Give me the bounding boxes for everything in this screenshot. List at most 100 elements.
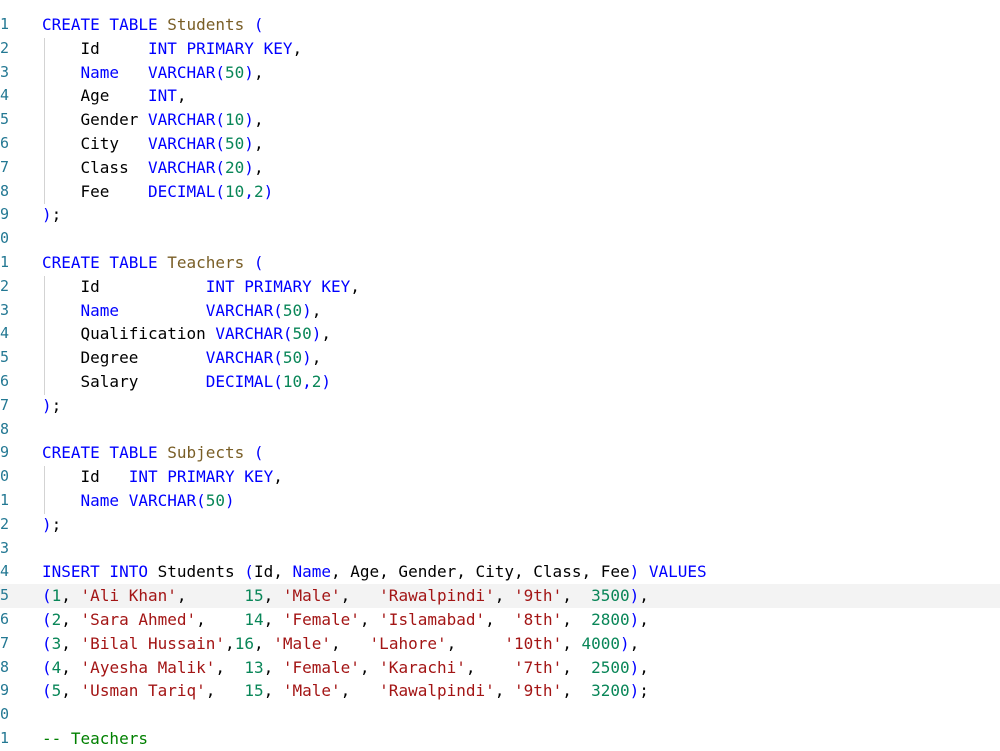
code-line[interactable]: 5 Gender VARCHAR(10), xyxy=(0,108,1000,132)
code-token: 50 xyxy=(282,300,303,320)
code-token: , xyxy=(359,610,380,629)
code-token: ) xyxy=(629,610,640,629)
code-line[interactable]: 5 Degree VARCHAR(50), xyxy=(0,346,1000,370)
code-editor[interactable]: 1 CREATE TABLE Students (2 Id INT PRIMARY… xyxy=(0,0,1000,750)
code-line[interactable]: 9 CREATE TABLE Subjects ( xyxy=(0,441,1000,465)
code-line[interactable]: 2 Id INT PRIMARY KEY, xyxy=(0,275,1000,299)
code-token: 'Ayesha Malik' xyxy=(80,657,216,677)
code-token: , xyxy=(244,181,254,201)
code-token: 'Lahore' xyxy=(369,633,447,653)
code-line[interactable]: 0 Id INT PRIMARY KEY, xyxy=(0,465,1000,489)
code-line[interactable]: 8 Fee DECIMAL(10,2) xyxy=(0,180,1000,204)
code-line[interactable]: 4 INSERT INTO Students (Id, Name, Age, Ge… xyxy=(0,560,1000,584)
code-token: 2 xyxy=(51,610,62,629)
code-line[interactable]: 0 xyxy=(0,703,1000,727)
code-text: Name VARCHAR(50) xyxy=(42,489,235,513)
code-token: VARCHAR( xyxy=(205,300,283,320)
code-token: , xyxy=(61,586,81,606)
line-number: 4 xyxy=(0,562,10,581)
code-line[interactable]: 0 xyxy=(0,227,1000,251)
code-token: 'Male' xyxy=(282,586,341,606)
code-text: (1, 'Ali Khan', 15, 'Male', 'Rawalpindi'… xyxy=(42,584,649,608)
code-line[interactable]: 4 Qualification VARCHAR(50), xyxy=(0,322,1000,346)
code-line[interactable]: 6 (2, 'Sara Ahmed', 14, 'Female', 'Islama… xyxy=(0,608,1000,632)
code-token: ; xyxy=(51,514,62,534)
line-number: 5 xyxy=(0,586,10,605)
code-token: VARCHAR( xyxy=(205,348,283,368)
code-token: VARCHAR( xyxy=(215,324,293,344)
code-line[interactable]: 7 (3, 'Bilal Hussain',16, 'Male', 'Lahore… xyxy=(0,632,1000,656)
code-text: (4, 'Ayesha Malik', 13, 'Female', 'Karac… xyxy=(42,656,649,680)
code-token: 3200 xyxy=(591,681,630,701)
code-token: , xyxy=(350,276,360,296)
line-number: 0 xyxy=(0,229,10,248)
code-text: INSERT INTO Students (Id, Name, Age, Gen… xyxy=(42,560,707,584)
code-token: -- Teachers xyxy=(42,729,148,748)
code-token: '10th' xyxy=(504,633,563,653)
code-line[interactable]: 8 (4, 'Ayesha Malik', 13, 'Female', 'Kara… xyxy=(0,656,1000,680)
code-token: 50 xyxy=(292,324,312,344)
line-number: 4 xyxy=(0,86,10,105)
code-token: Class xyxy=(42,157,148,177)
code-token: 15 xyxy=(244,681,264,701)
code-token: ) xyxy=(244,157,254,177)
code-line[interactable]: 3 xyxy=(0,537,1000,561)
code-token: ) xyxy=(42,514,52,534)
code-text: (2, 'Sara Ahmed', 14, 'Female', 'Islamab… xyxy=(42,608,649,632)
code-token: 5 xyxy=(51,681,62,701)
code-line[interactable]: 7 Class VARCHAR(20), xyxy=(0,156,1000,180)
code-token: 50 xyxy=(225,62,245,82)
code-token: 'Usman Tariq' xyxy=(80,681,206,701)
code-line[interactable]: 6 Salary DECIMAL(10,2) xyxy=(0,370,1000,394)
code-token: , xyxy=(302,372,312,391)
code-token: ( xyxy=(42,633,52,653)
code-token: , xyxy=(340,681,380,701)
code-token: DECIMAL( xyxy=(205,372,283,391)
code-token: Students xyxy=(157,562,245,582)
code-token: ; xyxy=(51,395,62,415)
code-text: CREATE TABLE Students ( xyxy=(42,13,264,37)
code-line[interactable]: 3 Name VARCHAR(50), xyxy=(0,299,1000,323)
code-token: Name xyxy=(80,491,120,510)
code-token: , xyxy=(562,610,592,629)
code-line[interactable]: 6 City VARCHAR(50), xyxy=(0,132,1000,156)
code-line[interactable]: 7); xyxy=(0,394,1000,418)
code-token: , xyxy=(340,586,380,606)
code-line[interactable]: 2 Id INT PRIMARY KEY, xyxy=(0,37,1000,61)
code-token: , xyxy=(321,324,331,344)
code-line[interactable]: 4 Age INT, xyxy=(0,84,1000,108)
code-token: DECIMAL( xyxy=(147,181,226,201)
code-token: , xyxy=(61,657,81,677)
code-line[interactable]: 5 (1, 'Ali Khan', 15, 'Male', 'Rawalpindi… xyxy=(0,584,1000,608)
code-line[interactable]: 2); xyxy=(0,513,1000,537)
code-line[interactable]: 9); xyxy=(0,203,1000,227)
code-token: ) xyxy=(42,205,52,225)
code-token: Age xyxy=(42,86,148,106)
code-token: INT xyxy=(147,86,177,106)
code-token: ( xyxy=(42,586,52,606)
code-line[interactable]: 1 Name VARCHAR(50) xyxy=(0,489,1000,513)
code-token: 'Male' xyxy=(273,633,332,653)
code-token: ) xyxy=(244,134,254,153)
code-token: ( xyxy=(42,610,52,629)
code-text: Id INT PRIMARY KEY, xyxy=(42,275,360,299)
code-token: , xyxy=(263,586,283,606)
code-line[interactable]: 1 CREATE TABLE Teachers ( xyxy=(0,251,1000,275)
code-line[interactable]: 3 Name VARCHAR(50), xyxy=(0,61,1000,85)
code-token: , xyxy=(205,681,245,701)
code-text: Age INT, xyxy=(42,84,187,108)
line-number: 5 xyxy=(0,348,10,367)
code-line[interactable]: 8 xyxy=(0,418,1000,442)
code-text: Salary DECIMAL(10,2) xyxy=(42,370,331,394)
code-line[interactable]: 1 -- Teachers xyxy=(0,727,1000,751)
code-line[interactable]: 9 (5, 'Usman Tariq', 15, 'Male', 'Rawalpi… xyxy=(0,679,1000,703)
code-token: 3500 xyxy=(591,586,630,606)
code-line[interactable]: 1 CREATE TABLE Students ( xyxy=(0,13,1000,37)
code-token: 10 xyxy=(225,110,245,130)
line-number: 3 xyxy=(0,538,10,557)
code-token: , xyxy=(485,610,515,629)
line-number: 6 xyxy=(0,372,10,390)
code-token: , xyxy=(446,633,505,653)
code-token: , Age, Gender, City, Class, Fee xyxy=(331,562,630,582)
